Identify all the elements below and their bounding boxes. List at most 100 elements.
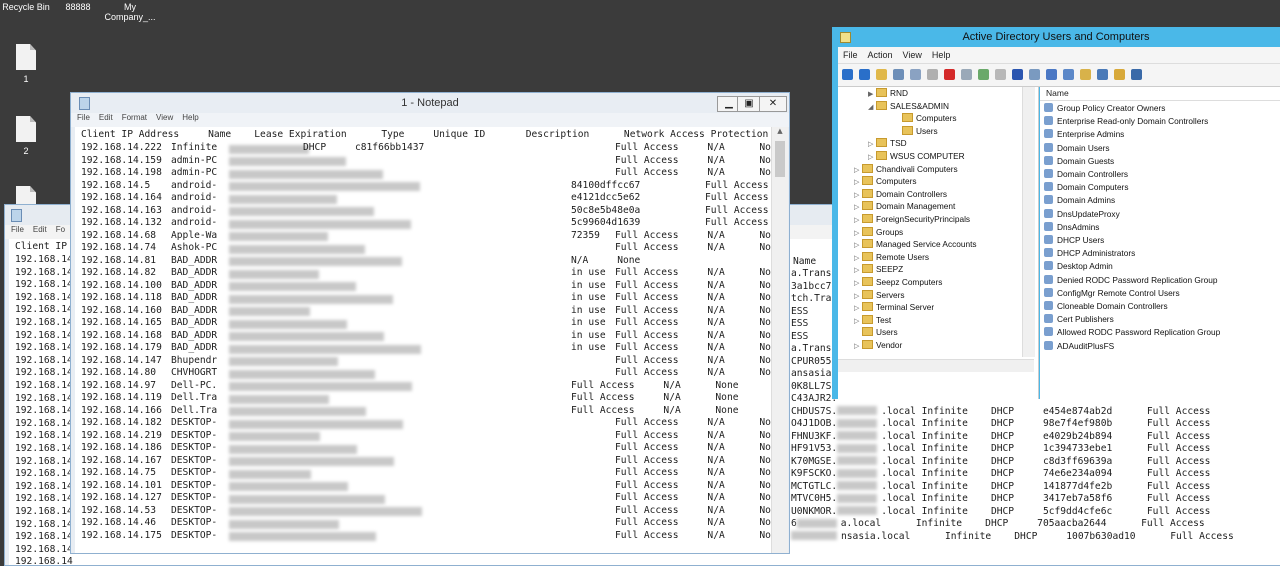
- notepad-window[interactable]: 1 - Notepad ▁ ▣ ✕ File Edit Format View Help…: [70, 92, 790, 554]
- row-status: Full Access N/A None: [615, 142, 783, 153]
- security-group-icon: [1044, 274, 1053, 284]
- console-tree[interactable]: ▶ RND ◢ SALES&ADMIN Computers Users ▷ TSD ▷ WSUS …: [838, 87, 1039, 399]
- tree-node[interactable]: ▷ Computers: [854, 175, 917, 187]
- menu-format[interactable]: Format: [122, 113, 147, 122]
- background-ip: 192.168.14: [15, 354, 73, 366]
- menu-view[interactable]: View: [156, 113, 173, 122]
- menu-file[interactable]: File: [843, 50, 858, 60]
- up-folder-icon[interactable]: [876, 69, 887, 80]
- list-header[interactable]: Name: [1040, 87, 1280, 101]
- tree-node[interactable]: ▷ Test: [854, 314, 891, 326]
- filter-icon[interactable]: [1097, 69, 1108, 80]
- back-arrow-icon[interactable]: [842, 69, 853, 80]
- group-list-item[interactable]: Cert Publishers: [1044, 313, 1114, 326]
- tree-node[interactable]: ▷ Servers: [854, 289, 905, 301]
- group-list-item[interactable]: Domain Admins: [1044, 194, 1115, 207]
- tree-node[interactable]: ▷ WSUS COMPUTER: [868, 150, 965, 162]
- group-list-item[interactable]: Domain Controllers: [1044, 168, 1128, 181]
- tree-node[interactable]: ▷ Domain Controllers: [854, 188, 947, 200]
- expand-arrow-icon[interactable]: ◢: [868, 102, 876, 114]
- tree-node[interactable]: ▷ Seepz Computers: [854, 276, 942, 288]
- group-list-item[interactable]: ConfigMgr Remote Control Users: [1044, 287, 1180, 300]
- group-list-item[interactable]: DnsUpdateProxy: [1044, 208, 1120, 221]
- details-pane[interactable]: Name Group Policy Creator Owners Enterpri…: [1040, 87, 1280, 399]
- group-list-item[interactable]: Domain Computers: [1044, 181, 1128, 194]
- tree-node[interactable]: ▷ Terminal Server: [854, 301, 934, 313]
- tree-horizontal-scrollbar[interactable]: [838, 359, 1034, 372]
- forward-arrow-icon[interactable]: [859, 69, 870, 80]
- tree-node[interactable]: ▷ Vendor: [854, 339, 902, 351]
- redacted-text: [229, 494, 385, 504]
- title-bar[interactable]: 1 - Notepad ▁ ▣ ✕: [71, 93, 789, 113]
- properties-icon[interactable]: [961, 69, 972, 80]
- help-icon[interactable]: [1012, 69, 1023, 80]
- tree-vertical-scrollbar[interactable]: [1022, 87, 1035, 357]
- copy-icon[interactable]: [927, 69, 938, 80]
- scroll-up-arrow-icon[interactable]: ▲: [772, 127, 788, 139]
- expand-arrow-icon[interactable]: ▷: [854, 341, 862, 353]
- text-area[interactable]: Client IP Address Name Lease Expiration …: [75, 127, 783, 553]
- group-list-item[interactable]: DHCP Administrators: [1044, 247, 1135, 260]
- folder-icon: [862, 314, 873, 324]
- tree-node[interactable]: Users: [854, 326, 898, 338]
- tree-node[interactable]: ◢ SALES&ADMIN: [868, 100, 949, 112]
- desktop-file-2[interactable]: 2: [0, 116, 56, 156]
- tree-node[interactable]: ▷ Chandivali Computers: [854, 163, 958, 175]
- group-list-item[interactable]: Domain Guests: [1044, 155, 1114, 168]
- group-list-item[interactable]: Denied RODC Password Replication Group: [1044, 274, 1217, 287]
- tree-node[interactable]: ▶ RND: [868, 87, 908, 99]
- menu-format[interactable]: Fo: [56, 225, 65, 234]
- tree-node[interactable]: ▷ Remote Users: [854, 251, 929, 263]
- group-list-item[interactable]: Enterprise Admins: [1044, 128, 1124, 141]
- background-row-redacted: [837, 481, 881, 494]
- menu-file[interactable]: File: [77, 113, 90, 122]
- refresh-icon[interactable]: [978, 69, 989, 80]
- group-list-item[interactable]: Desktop Admin: [1044, 260, 1113, 273]
- group-list-item[interactable]: Allowed RODC Password Replication Group: [1044, 326, 1220, 339]
- console-tree-icon[interactable]: [893, 69, 904, 80]
- menu-edit[interactable]: Edit: [99, 113, 113, 122]
- group-list-item[interactable]: Group Policy Creator Owners: [1044, 102, 1165, 115]
- tree-node[interactable]: ▷ TSD: [868, 137, 907, 149]
- menu-view[interactable]: View: [903, 50, 922, 60]
- cut-icon[interactable]: [910, 69, 921, 80]
- name-column-header[interactable]: Name: [1046, 88, 1069, 98]
- menu-edit[interactable]: Edit: [33, 225, 47, 234]
- recycle-bin-icon[interactable]: Recycle Bin: [0, 2, 52, 12]
- tree-node[interactable]: ▷ Groups: [854, 226, 903, 238]
- group-list-item[interactable]: Cloneable Domain Controllers: [1044, 300, 1168, 313]
- new-ou-icon[interactable]: [1080, 69, 1091, 80]
- group-list-item[interactable]: Domain Users: [1044, 142, 1110, 155]
- delete-icon[interactable]: [944, 69, 955, 80]
- tree-node[interactable]: ▷ SEEPZ: [854, 263, 903, 275]
- group-list-item[interactable]: Enterprise Read-only Domain Controllers: [1044, 115, 1208, 128]
- group-list-item[interactable]: DnsAdmins: [1044, 221, 1099, 234]
- tree-node[interactable]: ▷ Managed Service Accounts: [854, 238, 977, 250]
- row-name: BAD_ADDR: [171, 317, 218, 328]
- tree-node[interactable]: Users: [894, 125, 938, 137]
- add-to-group-icon[interactable]: [1114, 69, 1125, 80]
- group-list-item[interactable]: DHCP Users: [1044, 234, 1104, 247]
- new-group-icon[interactable]: [1063, 69, 1074, 80]
- tree-node[interactable]: ▷ ForeignSecurityPrincipals: [854, 213, 970, 225]
- find-icon[interactable]: [1131, 69, 1142, 80]
- menu-action[interactable]: Action: [868, 50, 893, 60]
- export-icon[interactable]: [995, 69, 1006, 80]
- menu-help[interactable]: Help: [182, 113, 198, 122]
- close-button[interactable]: ✕: [759, 96, 787, 112]
- tree-node[interactable]: Computers: [894, 112, 957, 124]
- tree-node[interactable]: ▷ Domain Management: [854, 200, 955, 212]
- maximize-button[interactable]: ▣: [737, 96, 761, 112]
- desktop-file-1[interactable]: 1: [0, 44, 56, 84]
- ad-users-computers-window[interactable]: Active Directory Users and Computers Fil…: [832, 27, 1280, 399]
- desktop-icon-my-company[interactable]: My Company_...: [100, 2, 160, 22]
- window-title[interactable]: Active Directory Users and Computers: [832, 27, 1280, 47]
- menu-file[interactable]: File: [11, 225, 24, 234]
- group-list-item[interactable]: ADAuditPlusFS: [1044, 340, 1114, 353]
- view-icon[interactable]: [1029, 69, 1040, 80]
- vertical-scrollbar[interactable]: ▲: [771, 127, 788, 553]
- scroll-thumb[interactable]: [775, 141, 785, 177]
- new-user-icon[interactable]: [1046, 69, 1057, 80]
- desktop-icon-88888[interactable]: 88888: [52, 2, 104, 12]
- menu-help[interactable]: Help: [932, 50, 951, 60]
